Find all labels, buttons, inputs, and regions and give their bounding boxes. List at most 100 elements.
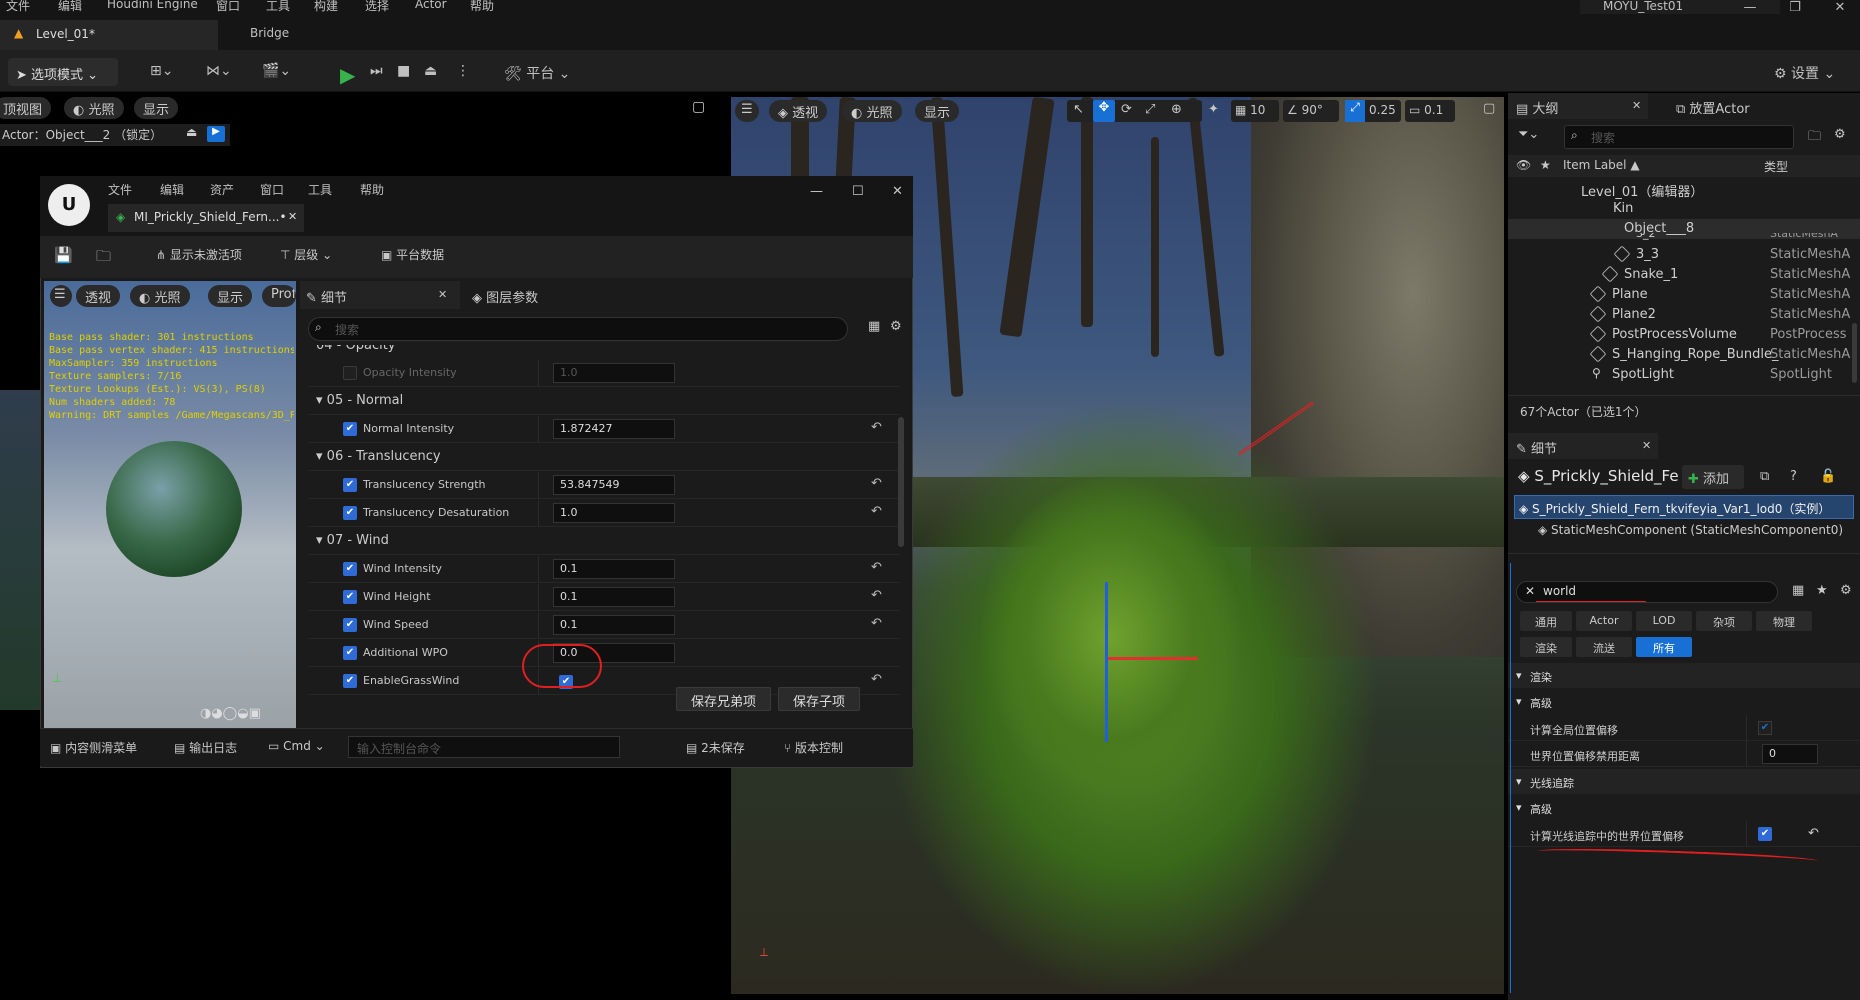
platform-data-button[interactable]: ▣ 平台数据 [381, 246, 444, 263]
left-lighting-button[interactable]: ◐ 光照 [64, 97, 124, 119]
tab-outliner[interactable]: ▤ 大纲 ✕ [1508, 93, 1648, 119]
category-advanced-2[interactable]: ▾ 高级 [1508, 795, 1860, 820]
hierarchy-button[interactable]: ⊤ 层级 ⌄ [280, 246, 332, 263]
star-icon[interactable]: ★ [1540, 158, 1551, 172]
trans-strength-value[interactable]: 53.847549 [553, 475, 675, 495]
maximize-viewport-icon[interactable]: ▢ [1483, 101, 1495, 116]
select-mode-button[interactable]: ➤ 选项模式 ⌄ [8, 58, 118, 86]
category-wind[interactable]: ▾ 07 - Wind [308, 528, 900, 555]
category-advanced-1[interactable]: ▾ 高级 [1508, 689, 1860, 714]
category-normal[interactable]: ▾ 05 - Normal [308, 388, 900, 415]
save-children-button[interactable]: 保存子项 [778, 687, 861, 711]
cmd-button[interactable]: ▭ Cmd ⌄ [268, 739, 325, 753]
perspective-button[interactable]: ◈ 透视 [769, 100, 828, 122]
preview-menu-icon[interactable]: ☰ [50, 285, 72, 307]
outliner-search-input[interactable]: ⌕ 搜索 [1564, 125, 1794, 149]
tab-place-actor[interactable]: ⧉ 放置Actor [1676, 98, 1750, 117]
menu-houdini[interactable]: Houdini Engine [107, 0, 198, 11]
reset-icon[interactable]: ↶ [871, 476, 882, 491]
tree-row-plane2[interactable]: Plane2 StaticMeshA [1508, 305, 1860, 325]
angle-snap-button[interactable]: ∠ 90° [1283, 100, 1339, 122]
preview-lighting-button[interactable]: ◐ 光照 [130, 285, 190, 307]
mat-maximize-icon[interactable]: ☐ [852, 184, 864, 199]
tree-row-3-2[interactable]: 3_2 StaticMeshA [1508, 233, 1860, 243]
settings-gear-icon[interactable]: ⚙ [890, 319, 902, 334]
details-search-input[interactable]: ✕ world [1516, 581, 1778, 603]
main-lighting-button[interactable]: ◐ 光照 [842, 100, 902, 122]
save-siblings-button[interactable]: 保存兄弟项 [676, 687, 772, 711]
platform-button[interactable]: 🛠 平台 ⌄ [500, 58, 574, 86]
normal-checkbox[interactable]: ✔ [343, 422, 357, 436]
console-input[interactable]: 输入控制台命令 [348, 736, 620, 758]
step-icon[interactable]: ⏭ [366, 58, 387, 86]
content-drawer-button[interactable]: ▣ 内容侧滑菜单 [50, 739, 137, 756]
browse-icon[interactable]: 🗀 [96, 246, 111, 271]
tab-details-right[interactable]: ✎ 细节 ✕ [1508, 433, 1658, 459]
reset-icon[interactable]: ↶ [871, 420, 882, 435]
surface-snap-icon[interactable]: ✦ [1208, 102, 1219, 117]
outliner-scrollbar[interactable] [1852, 323, 1857, 383]
mat-menu-help[interactable]: 帮助 [360, 181, 384, 198]
settings-gear-icon[interactable]: ⚙ [1840, 583, 1852, 598]
wind-height-value[interactable]: 0.1 [553, 587, 675, 607]
help-icon[interactable]: ? [1790, 469, 1797, 484]
tree-row-postprocess[interactable]: PostProcessVolume PostProcess [1508, 325, 1860, 345]
play-icon[interactable]: ▶ [336, 58, 359, 87]
mat-asset-tab[interactable]: ◈ MI_Prickly_Shield_Fern...• ✕ [108, 204, 304, 232]
table-view-icon[interactable]: ▦ [1792, 583, 1804, 598]
category-render[interactable]: ▾ 渲染 [1508, 663, 1860, 688]
menu-build[interactable]: 构建 [314, 0, 338, 14]
filter-lod[interactable]: LOD [1636, 611, 1692, 631]
left-show-button[interactable]: 显示 [134, 97, 179, 119]
wpo-disable-distance-value[interactable]: 0 [1762, 744, 1818, 764]
camera-speed-button[interactable]: ▭ 0.1 [1405, 100, 1455, 122]
settings-button[interactable]: ⚙ 设置 ⌄ [1770, 58, 1839, 86]
blueprint-icon[interactable]: ⋈⌄ [202, 58, 236, 86]
menu-select[interactable]: 选择 [365, 0, 389, 14]
preview-show-button[interactable]: 显示 [208, 285, 253, 307]
view-top-button[interactable]: 顶视图 [0, 97, 52, 119]
additional-wpo-checkbox[interactable]: ✔ [343, 646, 357, 660]
wind-speed-value[interactable]: 0.1 [553, 615, 675, 635]
menu-edit[interactable]: 编辑 [58, 0, 82, 14]
tree-row-level[interactable]: Level_01（编辑器） [1508, 179, 1860, 200]
menu-tools[interactable]: 工具 [266, 0, 290, 14]
camera-lock-icon[interactable]: ▶ [207, 126, 225, 142]
tree-row-kin[interactable]: Kin [1508, 199, 1860, 219]
maximize-viewport-icon[interactable]: ▢ [692, 99, 705, 115]
world-space-icon[interactable]: ⊕ [1171, 102, 1182, 117]
mat-menu-tools[interactable]: 工具 [308, 181, 332, 198]
eject-lock-icon[interactable]: ⏏ [186, 125, 204, 143]
enable-grass-wind-checkbox[interactable]: ✔ [343, 674, 357, 688]
normal-value[interactable]: 1.872427 [553, 419, 675, 439]
eject-icon[interactable]: ⏏ [420, 58, 441, 86]
filter-misc[interactable]: 杂项 [1696, 611, 1752, 631]
cinematics-icon[interactable]: 🎬⌄ [258, 58, 295, 86]
move-tool-icon[interactable]: ✥ [1093, 100, 1115, 122]
filter-actor[interactable]: Actor [1576, 611, 1632, 631]
filter-rendering[interactable]: 渲染 [1520, 637, 1572, 657]
material-preview-viewport[interactable]: ☰ 透视 ◐ 光照 显示 Profile Base pass shader: 3… [44, 281, 296, 728]
add-component-button[interactable]: ✚ 添加 [1682, 465, 1744, 489]
reset-icon[interactable]: ↶ [871, 560, 882, 575]
menu-help[interactable]: 帮助 [470, 0, 494, 14]
mat-menu-edit[interactable]: 编辑 [160, 181, 184, 198]
wind-intensity-value[interactable]: 0.1 [553, 559, 675, 579]
scale-snap-button[interactable]: ⤢ 0.25 [1345, 100, 1401, 122]
grid-snap-button[interactable]: ▦ 10 [1231, 100, 1279, 122]
wind-speed-checkbox[interactable]: ✔ [343, 618, 357, 632]
show-inactive-button[interactable]: ⋔ 显示未激活项 [156, 246, 242, 263]
tab-details[interactable]: ✎ 细节 ✕ [300, 281, 460, 309]
tree-row-spotlight[interactable]: ⚲ SpotLight SpotLight [1508, 365, 1860, 385]
opacity-value[interactable]: 1.0 [553, 363, 675, 383]
tab-close-icon[interactable]: ✕ [1632, 99, 1641, 112]
visibility-icon[interactable]: 👁 [1516, 158, 1531, 172]
category-translucency[interactable]: ▾ 06 - Translucency [308, 444, 900, 471]
add-folder-icon[interactable]: 🗀 [1808, 127, 1821, 149]
filter-physics[interactable]: 物理 [1756, 611, 1812, 631]
tab-level[interactable]: ▲ Level_01* [0, 20, 218, 52]
reset-icon[interactable]: ↶ [871, 672, 882, 687]
lock-icon[interactable]: 🔓 [1820, 469, 1836, 484]
source-control-button[interactable]: ⑂ 版本控制 [784, 739, 843, 756]
reset-icon[interactable]: ↶ [871, 504, 882, 519]
